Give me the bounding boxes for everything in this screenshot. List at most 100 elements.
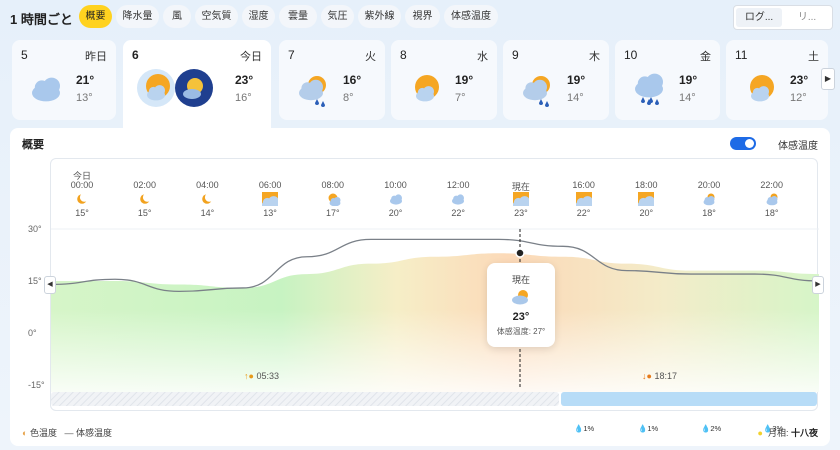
day-card-7[interactable]: 7 火 16° 8°	[279, 40, 385, 120]
day-number: 7	[288, 48, 295, 62]
toggle-knob	[745, 139, 754, 148]
hour-temp: 18°	[764, 208, 779, 218]
hour-time: 06:00	[258, 180, 282, 190]
hour-temp: 22°	[576, 208, 591, 218]
moon-icon	[187, 192, 227, 208]
day-card-8[interactable]: 8 水 19° 7°	[391, 40, 497, 120]
current-tooltip: 現在 23° 体感温度: 27°	[487, 263, 555, 347]
tooltip-label: 現在	[511, 275, 530, 285]
hour-column: 02:00 15°	[125, 169, 165, 218]
day-card-9[interactable]: 9 木 19° 14°	[503, 40, 609, 120]
cloudy-icon	[32, 77, 60, 102]
hour-temp: 15°	[75, 208, 89, 218]
sun-cloud-rain-icon	[523, 76, 550, 107]
y-tick-minus15: -15°	[28, 380, 45, 390]
hour-day-label	[187, 169, 227, 180]
feels-line-icon: —	[64, 428, 74, 438]
tab-feels-like[interactable]: 体感温度	[444, 5, 498, 28]
day-low-temp: 12°	[790, 92, 807, 104]
day-card-10[interactable]: 10 金 19° 14°	[615, 40, 720, 120]
hour-time: 現在	[511, 182, 530, 192]
hour-time: 22:00	[760, 180, 783, 190]
partly-sunny-icon	[501, 192, 541, 208]
day-card-6[interactable]: 6 今日 23° 16°	[123, 40, 271, 136]
rain-bar-future	[561, 392, 817, 406]
hour-time: 04:00	[196, 180, 219, 190]
view-switch: ログ... リ...	[733, 5, 833, 30]
day-high-temp: 19°	[455, 73, 474, 87]
hour-day-label: 今日	[72, 171, 91, 181]
day-label: 昨日	[85, 51, 107, 63]
hour-day-label	[564, 169, 604, 180]
y-tick-15: 15°	[28, 276, 42, 286]
hour-column: 現在 23°	[501, 169, 541, 218]
tab-overview[interactable]: 概要	[79, 5, 112, 28]
sunset-marker: ↓● 18:17	[642, 371, 677, 381]
feels-like-toggle[interactable]	[730, 137, 756, 150]
day-low-temp: 7°	[455, 92, 466, 104]
hour-day-label	[125, 169, 165, 180]
hour-column: 08:00 17°	[313, 169, 353, 218]
moon-phase-icon: ●	[757, 428, 763, 438]
tooltip-feels-like: 体感温度: 27°	[496, 327, 546, 336]
rain-prob-2: 💧1%	[638, 424, 659, 433]
partly-cloudy-day-night-icon	[137, 69, 213, 107]
day-number: 6	[132, 48, 139, 62]
hour-column: 12:00 22°	[438, 169, 478, 218]
color-temp-icon: ◐	[22, 428, 28, 438]
tab-visibility[interactable]: 視界	[405, 5, 440, 28]
next-days-button[interactable]: ▶	[821, 68, 835, 90]
legend-feels-line: 体感温度	[76, 428, 113, 438]
area-fade	[51, 309, 819, 392]
hour-day-label	[376, 169, 416, 180]
tab-cloud-cover[interactable]: 雲量	[279, 5, 317, 28]
day-label: 火	[365, 51, 376, 63]
hour-day-label	[626, 169, 666, 180]
hour-day-label	[313, 169, 353, 180]
tab-pressure[interactable]: 気圧	[321, 5, 354, 28]
sun-cloud-icon	[313, 192, 353, 208]
hour-column: 今日 00:00 15°	[62, 169, 102, 218]
view-list-button[interactable]: リ...	[784, 8, 830, 27]
day-low-temp: 8°	[343, 92, 354, 104]
chart-legend: ◐ 色温度 — 体感温度	[22, 426, 112, 439]
rain-bar-past	[51, 392, 559, 406]
day-label: 金	[700, 51, 711, 63]
hour-temp: 20°	[388, 208, 403, 218]
tab-uv[interactable]: 紫外線	[358, 5, 401, 28]
partly-sunny-icon	[626, 192, 666, 208]
day-card-11[interactable]: 11 土 23° 12°	[726, 40, 828, 120]
hour-temp: 18°	[702, 208, 716, 218]
view-graph-button[interactable]: ログ...	[736, 8, 782, 27]
tab-wind[interactable]: 風	[163, 5, 191, 28]
day-label: 土	[808, 51, 819, 63]
day-label: 今日	[240, 51, 262, 63]
hour-day-label	[501, 169, 541, 180]
sunrise-icon: ↑●	[244, 371, 254, 381]
day-card-5[interactable]: 5 昨日 21° 13°	[12, 40, 116, 120]
hour-day-label	[689, 169, 729, 180]
hour-column: 04:00 14°	[187, 169, 227, 218]
sunrise-time: 05:33	[256, 371, 279, 381]
hour-column: 16:00 22°	[564, 169, 604, 218]
cloud-icon	[376, 192, 416, 208]
overview-panel: 概要 体感温度 30° 15° 0° -15° 今日 00:00 15° 02:…	[10, 128, 830, 446]
tab-precipitation[interactable]: 降水量	[116, 5, 159, 28]
day-number: 9	[512, 48, 519, 62]
day-high-temp: 16°	[343, 73, 362, 87]
hour-time: 08:00	[321, 180, 345, 190]
hour-column: 18:00 20°	[626, 169, 666, 218]
rain-prob-3: 💧2%	[701, 424, 722, 433]
chart-next-button[interactable]: ▶	[812, 276, 824, 294]
tab-humidity[interactable]: 湿度	[242, 5, 275, 28]
partly-night-icon	[689, 192, 729, 208]
day-low-temp: 14°	[679, 92, 696, 104]
hour-time: 18:00	[635, 180, 658, 190]
day-low-temp: 16°	[235, 92, 252, 104]
moon-phase-value: 十八夜	[790, 428, 818, 438]
day-high-temp: 21°	[76, 73, 95, 87]
chart-prev-button[interactable]: ◀	[44, 276, 56, 294]
hour-temp: 17°	[325, 208, 340, 218]
partly-sunny-icon	[250, 192, 290, 208]
tab-air-quality[interactable]: 空気質	[195, 5, 238, 28]
